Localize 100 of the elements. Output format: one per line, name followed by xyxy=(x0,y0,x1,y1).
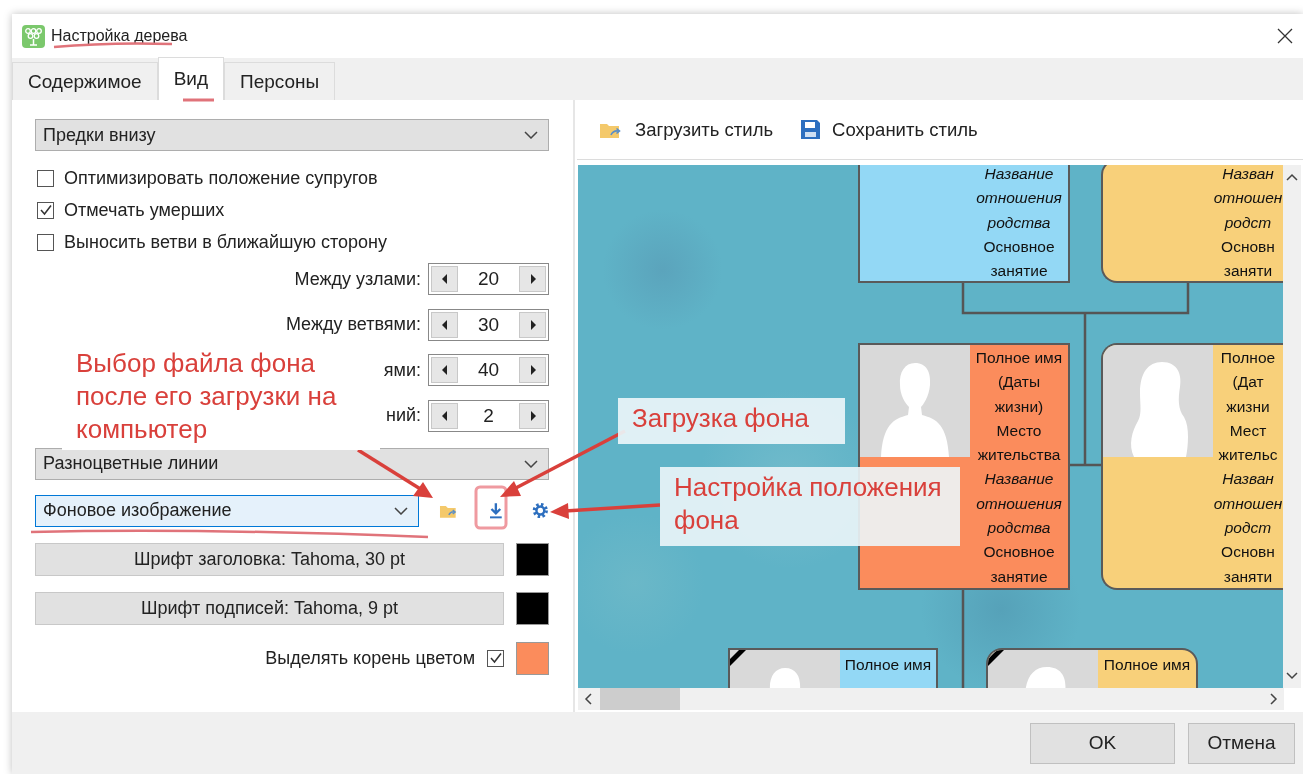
load-style-button[interactable]: Загрузить стиль xyxy=(599,118,774,141)
dropdown[interactable]: Разноцветные линии xyxy=(35,447,549,480)
node-text: отношен xyxy=(1213,493,1283,514)
person-card[interactable]: Полное имя xyxy=(728,648,938,688)
increment-button[interactable] xyxy=(519,357,546,383)
dialog-button[interactable]: OK xyxy=(1030,722,1175,764)
node-text: Мест xyxy=(1229,420,1267,441)
chevron-down-icon xyxy=(524,131,538,139)
checkbox[interactable] xyxy=(37,169,54,187)
chevron-down-icon xyxy=(394,506,408,515)
close-icon[interactable] xyxy=(1277,28,1293,44)
node-text: Полное имя xyxy=(1103,655,1191,675)
field-label: Между ветвями: xyxy=(285,314,421,335)
dialog-button[interactable]: Отмена xyxy=(1188,722,1295,764)
number-spinner[interactable]: 20 xyxy=(428,263,549,295)
font-button[interactable]: Шрифт заголовка: Tahoma, 30 pt xyxy=(35,542,504,576)
node-text: Основное xyxy=(983,236,1055,257)
node-text: родст xyxy=(1224,212,1272,233)
checkbox-label: Выносить ветви в ближайшую сторону xyxy=(64,231,387,253)
right-triangle-icon xyxy=(529,274,536,284)
save-style-button[interactable]: Сохранить стиль xyxy=(801,118,978,141)
node-text: Назван xyxy=(1222,165,1274,184)
node-text: Название xyxy=(984,165,1054,184)
node-text: Полное имя xyxy=(844,655,932,675)
node-text: Название xyxy=(984,469,1054,490)
chevron-down-icon[interactable] xyxy=(1286,672,1298,680)
node-text: Основное xyxy=(983,542,1055,563)
tab[interactable]: Вид xyxy=(157,57,224,100)
chevron-right-icon[interactable] xyxy=(1270,693,1278,705)
decrement-button[interactable] xyxy=(431,402,458,429)
increment-button[interactable] xyxy=(519,402,546,429)
tab[interactable]: Содержимое xyxy=(12,62,158,100)
person-card[interactable]: Полное (Дат жизни Мест жительс Назван отношен родст Основн заняти xyxy=(1101,343,1283,590)
highlight-underline xyxy=(183,98,214,102)
right-triangle-icon xyxy=(529,410,536,421)
color-swatch[interactable] xyxy=(516,641,549,675)
right-triangle-icon xyxy=(529,365,536,375)
node-text: занятие xyxy=(990,566,1048,587)
node-text: родст xyxy=(1224,518,1272,539)
settings-icon[interactable] xyxy=(532,502,549,519)
dropdown[interactable]: Фоновое изображение xyxy=(35,494,419,527)
left-triangle-icon xyxy=(441,410,448,421)
node-text: отношен xyxy=(1213,188,1283,209)
node-text: (Даты xyxy=(997,372,1041,393)
node-text: жизни xyxy=(1226,396,1270,417)
node-text: жизни) xyxy=(994,396,1044,417)
chevron-down-icon xyxy=(524,459,538,468)
vertical-scrollbar[interactable] xyxy=(1283,165,1301,688)
right-triangle-icon xyxy=(529,319,536,330)
scrollbar-thumb[interactable] xyxy=(600,688,680,710)
node-text: жительс xyxy=(1218,445,1278,466)
chevron-left-icon[interactable] xyxy=(584,693,592,705)
decrement-button[interactable] xyxy=(431,266,458,292)
node-text: занятие xyxy=(990,261,1048,281)
field-label: ями: xyxy=(383,359,421,381)
node-text: заняти xyxy=(1223,566,1273,587)
field-label: Между узлами: xyxy=(294,268,421,290)
node-text: жительства xyxy=(977,445,1061,466)
checkbox[interactable] xyxy=(37,201,54,219)
decrement-button[interactable] xyxy=(431,311,458,338)
number-spinner[interactable]: 30 xyxy=(428,308,549,341)
dropdown[interactable]: Предки внизу xyxy=(35,119,549,151)
field-label: ний: xyxy=(385,405,421,426)
checkbox-label: Оптимизировать положение супругов xyxy=(64,167,378,189)
increment-button[interactable] xyxy=(519,266,546,292)
chevron-up-icon[interactable] xyxy=(1286,173,1298,181)
person-card[interactable]: Полное имя xyxy=(986,648,1198,688)
node-text: Основн xyxy=(1221,236,1275,257)
checkbox[interactable] xyxy=(37,233,54,251)
left-triangle-icon xyxy=(441,365,448,375)
node-text: Полное xyxy=(1220,348,1276,368)
node-text: отношения xyxy=(976,493,1062,514)
node-text: родства xyxy=(987,212,1051,233)
checkbox[interactable] xyxy=(487,649,504,667)
checkbox-label: Отмечать умерших xyxy=(64,199,225,221)
tab[interactable]: Персоны xyxy=(224,62,336,100)
callout-text: Настройка положения фона xyxy=(660,467,960,546)
number-spinner[interactable]: 2 xyxy=(428,399,549,432)
node-text: Место xyxy=(996,420,1042,441)
horizontal-scrollbar[interactable] xyxy=(578,688,1284,710)
color-swatch[interactable] xyxy=(516,591,549,625)
number-spinner[interactable]: 40 xyxy=(428,354,549,386)
person-card[interactable]: Название отношения родства Основное занятие xyxy=(858,165,1070,283)
node-text: заняти xyxy=(1223,261,1273,281)
node-text: родства xyxy=(987,518,1051,539)
font-button[interactable]: Шрифт подписей: Tahoma, 9 pt xyxy=(35,591,504,625)
node-text: Основн xyxy=(1221,542,1275,563)
decrement-button[interactable] xyxy=(431,357,458,383)
highlight-frame xyxy=(474,485,508,530)
checkbox-label: Выделять корень цветом xyxy=(265,647,475,669)
download-icon[interactable] xyxy=(488,502,503,519)
increment-button[interactable] xyxy=(519,311,546,338)
node-text: отношения xyxy=(976,188,1062,209)
person-card[interactable]: Назван отношен родст Основн заняти xyxy=(1101,165,1283,283)
node-text: Полное имя xyxy=(975,348,1063,368)
color-swatch[interactable] xyxy=(516,542,549,576)
left-triangle-icon xyxy=(441,319,448,330)
node-text: (Дат xyxy=(1232,372,1264,393)
callout-text: Загрузка фона xyxy=(618,398,845,444)
node-text: Назван xyxy=(1222,469,1274,490)
